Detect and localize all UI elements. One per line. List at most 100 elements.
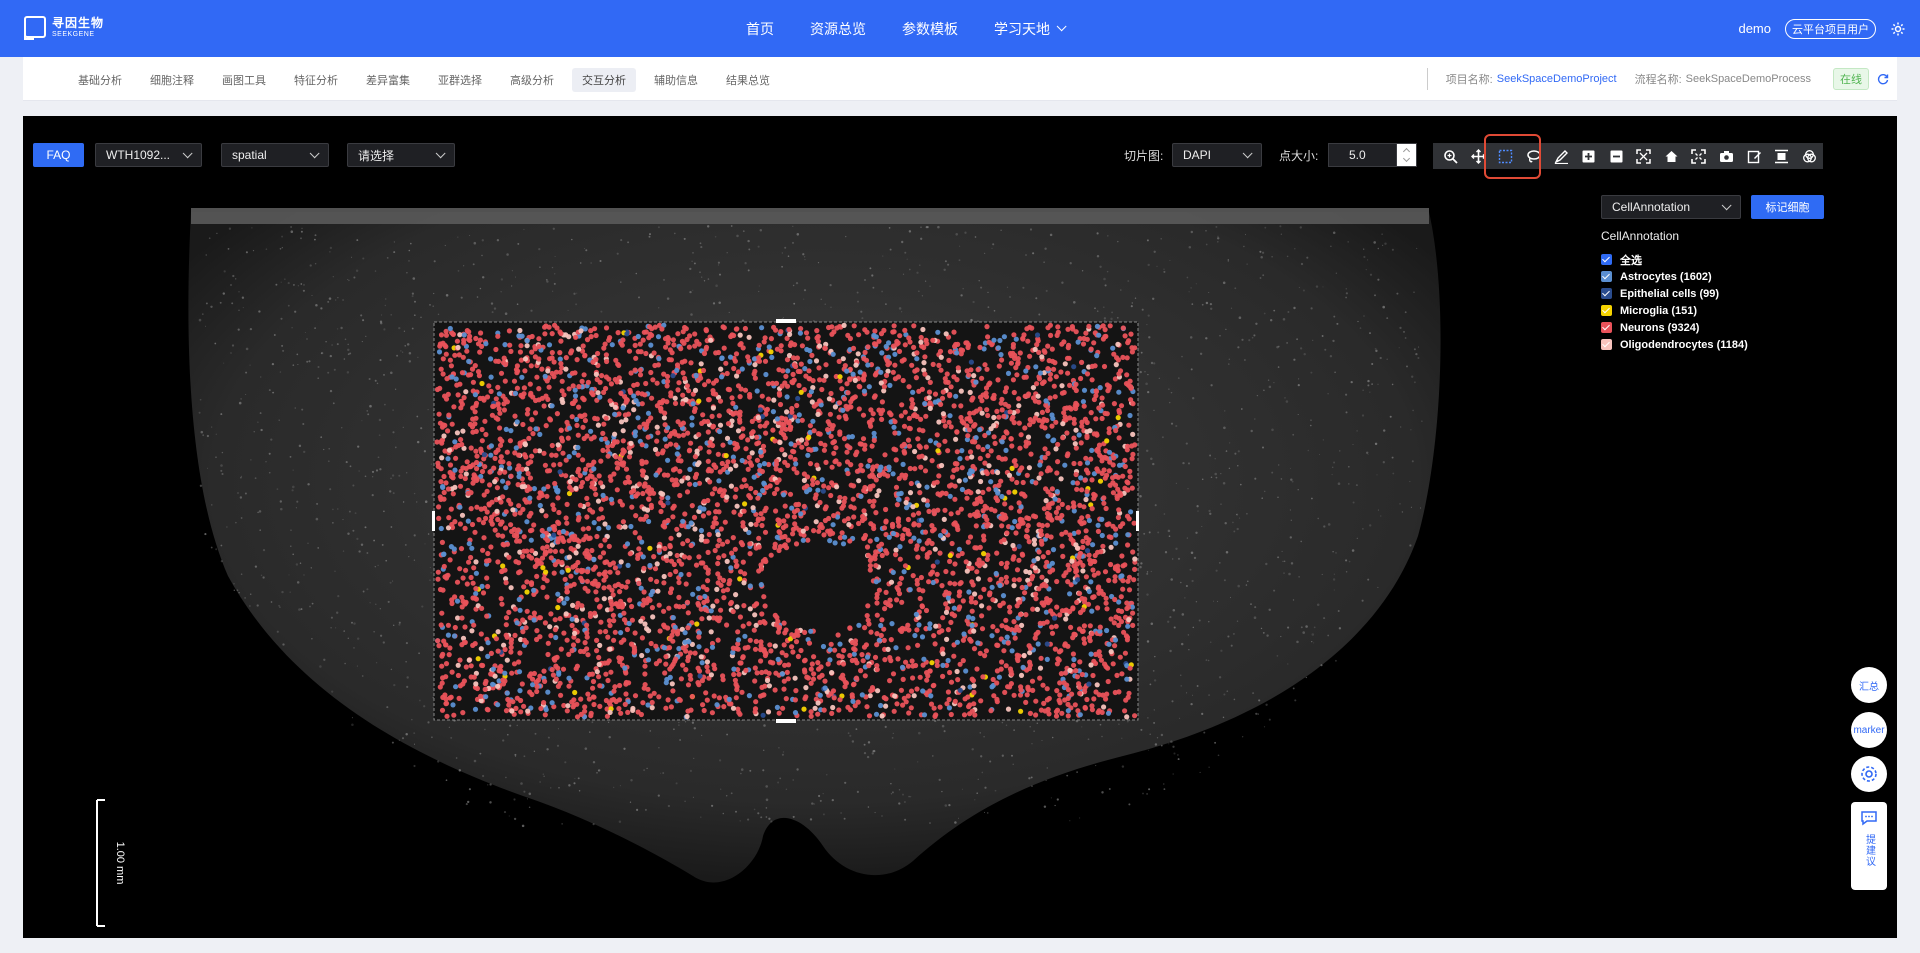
status-badge: 在线 xyxy=(1833,68,1869,90)
legend-item[interactable]: Microglia (151) xyxy=(1601,302,1748,319)
selection-handle-top[interactable] xyxy=(776,319,796,323)
project-name[interactable]: SeekSpaceDemoProject xyxy=(1497,73,1617,85)
draw-icon xyxy=(1554,149,1568,164)
fit-icon xyxy=(1775,149,1789,163)
nav-resources[interactable]: 资源总览 xyxy=(810,19,866,39)
project-info: 项目名称: SeekSpaceDemoProject 流程名称: SeekSpa… xyxy=(1426,57,1897,101)
zoom-in-tool[interactable] xyxy=(1575,143,1603,169)
checkbox-icon[interactable] xyxy=(1601,271,1612,282)
tab-9[interactable]: 结果总览 xyxy=(716,68,780,92)
lasso-select-icon xyxy=(1527,149,1541,162)
autoscale-tool[interactable] xyxy=(1630,143,1658,169)
embedding-select-value: spatial xyxy=(232,148,267,162)
chevron-down-icon xyxy=(309,148,320,159)
interactive-plot-panel: FAQ WTH1092... spatial 请选择 切片图: DAPI 点大小… xyxy=(23,116,1897,938)
faq-button[interactable]: FAQ xyxy=(33,143,84,167)
slice-label: 切片图: xyxy=(1124,148,1164,163)
zoom-icon xyxy=(1444,149,1458,164)
point-size-label: 点大小: xyxy=(1279,148,1319,163)
scale-bar: 1.00 mm xyxy=(96,799,126,927)
tab-4[interactable]: 差异富集 xyxy=(356,68,420,92)
selection-handle-left[interactable] xyxy=(432,511,435,531)
checkbox-icon[interactable] xyxy=(1601,322,1612,333)
tab-6[interactable]: 高级分析 xyxy=(500,68,564,92)
divider xyxy=(1426,68,1428,90)
legend-item[interactable]: Epithelial cells (99) xyxy=(1601,285,1748,302)
feedback-button[interactable]: 提建议 xyxy=(1851,802,1887,890)
checkbox-icon[interactable] xyxy=(1601,305,1612,316)
user-role-badge: 云平台项目用户 xyxy=(1785,18,1876,39)
checkbox-icon[interactable] xyxy=(1601,339,1612,350)
tab-8[interactable]: 辅助信息 xyxy=(644,68,708,92)
tab-2[interactable]: 画图工具 xyxy=(212,68,276,92)
zoom-out-tool[interactable] xyxy=(1602,143,1630,169)
fit-tool[interactable] xyxy=(1768,143,1796,169)
brand-logo[interactable]: 寻因生物 SEEKGENE xyxy=(24,16,104,40)
chat-icon xyxy=(1861,811,1877,826)
summary-button[interactable]: 汇总 xyxy=(1851,667,1887,703)
group-select-placeholder: 请选择 xyxy=(358,148,395,163)
project-label: 项目名称: xyxy=(1445,74,1493,86)
marker-button[interactable]: marker xyxy=(1851,712,1887,748)
top-navbar: 寻因生物 SEEKGENE 首页 资源总览 参数模板 学习天地 demo 云平台… xyxy=(0,0,1920,57)
overlap-icon xyxy=(1802,149,1816,162)
process-label: 流程名称: xyxy=(1634,74,1682,86)
nav-home[interactable]: 首页 xyxy=(746,19,774,39)
chevron-down-icon xyxy=(435,148,446,159)
analysis-tabs: 基础分析 细胞注释 画图工具 特征分析 差异富集 亚群选择 高级分析 交互分析 辅助信息 结果总览 xyxy=(68,68,780,92)
edit-tool[interactable] xyxy=(1740,143,1768,169)
sample-select[interactable]: WTH1092... xyxy=(95,143,202,167)
settings-button[interactable] xyxy=(1851,756,1887,792)
embedding-select[interactable]: spatial xyxy=(221,143,329,167)
main-nav: 首页 资源总览 参数模板 学习天地 xyxy=(746,0,1067,57)
box-select-icon xyxy=(1499,149,1513,163)
legend-item[interactable]: Astrocytes (1602) xyxy=(1601,268,1748,285)
tab-7[interactable]: 交互分析 xyxy=(572,68,636,92)
tab-1[interactable]: 细胞注释 xyxy=(140,68,204,92)
tab-5[interactable]: 亚群选择 xyxy=(428,68,492,92)
point-size-stepper[interactable] xyxy=(1396,144,1416,166)
draw-tool[interactable] xyxy=(1547,143,1575,169)
gear-icon xyxy=(1861,766,1877,782)
legend-label: Microglia (151) xyxy=(1620,304,1698,317)
chevron-down-icon xyxy=(1721,200,1732,211)
brand-name-en: SEEKGENE xyxy=(52,30,95,38)
box-select-tool[interactable] xyxy=(1492,143,1520,169)
zoom-in-icon xyxy=(1582,150,1595,162)
zoom-tool[interactable] xyxy=(1437,143,1465,169)
legend-label: Oligodendrocytes (1184) xyxy=(1620,338,1748,351)
legend-item[interactable]: Oligodendrocytes (1184) xyxy=(1601,336,1748,353)
fullscreen-tool[interactable] xyxy=(1685,143,1713,169)
legend-label: Neurons (9324) xyxy=(1620,321,1700,334)
checkbox-icon[interactable] xyxy=(1601,254,1612,265)
pan-tool[interactable] xyxy=(1465,143,1493,169)
lasso-select-tool[interactable] xyxy=(1520,143,1548,169)
sample-select-value: WTH1092... xyxy=(106,148,171,162)
annotation-select[interactable]: CellAnnotation xyxy=(1601,195,1741,219)
user-name[interactable]: demo xyxy=(1738,21,1771,36)
tissue-top-edge xyxy=(191,208,1429,224)
legend-item[interactable]: 全选 xyxy=(1601,251,1748,268)
tab-3[interactable]: 特征分析 xyxy=(284,68,348,92)
nav-learning[interactable]: 学习天地 xyxy=(994,19,1067,39)
zoom-out-icon xyxy=(1610,150,1623,162)
gear-icon[interactable] xyxy=(1890,21,1906,37)
plot-toolbar xyxy=(1433,143,1823,169)
refresh-icon[interactable] xyxy=(1877,73,1889,85)
tab-0[interactable]: 基础分析 xyxy=(68,68,132,92)
checkbox-icon[interactable] xyxy=(1601,288,1612,299)
legend-label: Astrocytes (1602) xyxy=(1620,270,1712,283)
selection-handle-right[interactable] xyxy=(1136,511,1139,531)
overlap-tool[interactable] xyxy=(1796,143,1824,169)
slice-select[interactable]: DAPI xyxy=(1172,143,1262,167)
chevron-down-icon xyxy=(182,148,193,159)
camera-tool[interactable] xyxy=(1713,143,1741,169)
legend-label: 全选 xyxy=(1620,254,1642,267)
legend-item[interactable]: Neurons (9324) xyxy=(1601,319,1748,336)
nav-templates[interactable]: 参数模板 xyxy=(902,19,958,39)
point-size-input[interactable]: 5.0 xyxy=(1328,143,1417,167)
home-tool[interactable] xyxy=(1658,143,1686,169)
mark-cells-button[interactable]: 标记细胞 xyxy=(1751,195,1824,219)
group-select[interactable]: 请选择 xyxy=(347,143,455,167)
selection-handle-bottom[interactable] xyxy=(776,719,796,723)
